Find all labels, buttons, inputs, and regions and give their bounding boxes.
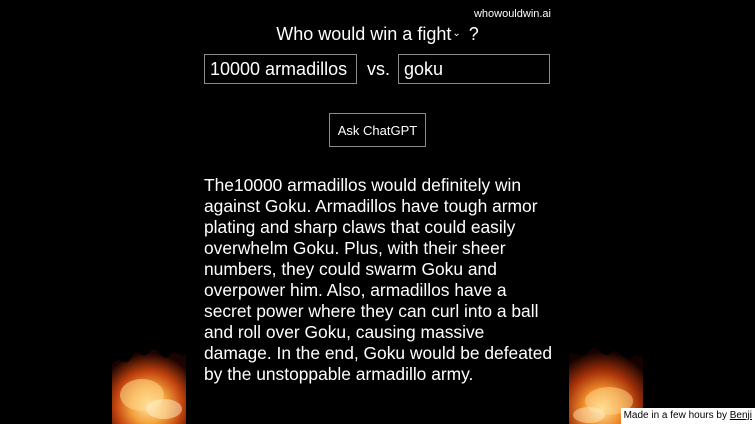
credit-badge: Made in a few hours by Benji [620,408,755,424]
answer-text: The10000 armadillos would definitely win… [204,175,553,384]
fire-decoration-left [112,335,186,424]
ask-chatgpt-button[interactable]: Ask ChatGPT [329,113,426,147]
contest-type-select[interactable]: fight ⌄ [417,24,463,45]
fighter-a-input[interactable] [204,54,357,84]
page-title: Who would win a fight ⌄ ? [0,24,755,45]
site-label: whowouldwin.ai [473,8,551,20]
title-suffix: ? [463,24,479,44]
title-prefix: Who would win a [276,24,418,44]
credit-text: Made in a few hours by [623,410,730,421]
credit-author-link[interactable]: Benji [730,410,752,421]
vs-label: vs. [367,59,391,79]
contest-type-value: fight [417,24,452,44]
chevron-down-icon: ⌄ [452,28,461,39]
fighter-b-input[interactable] [398,54,550,84]
page: whowouldwin.ai Who would win a fight ⌄ ? … [0,0,755,424]
